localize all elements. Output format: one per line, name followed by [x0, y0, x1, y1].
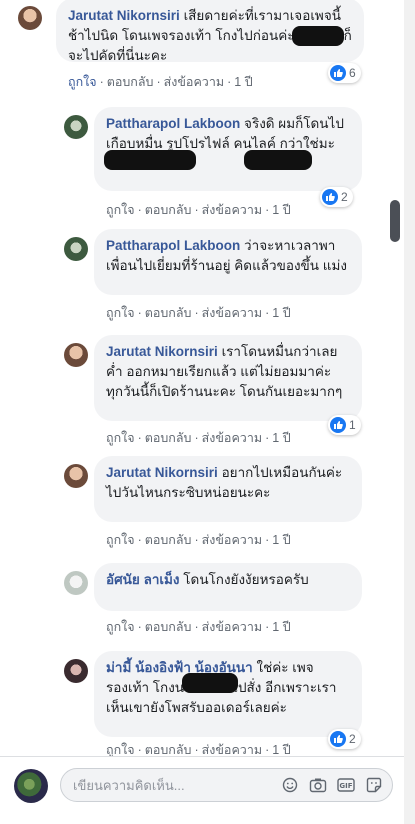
send-message-link[interactable]: ส่งข้อความ: [202, 533, 262, 547]
comment-input-box[interactable]: GIF: [60, 768, 393, 802]
avatar[interactable]: [64, 343, 88, 367]
comment-bubble: Jarutat Nikornsiri เราโดนหมื่นกว่าเลยค่ำ…: [94, 335, 362, 421]
like-reaction-icon: [330, 65, 346, 81]
comment-text: โดนโกงยังงัยหรอครับ: [183, 572, 309, 587]
reaction-count[interactable]: 1: [328, 415, 361, 435]
comment-bubble: Jarutat Nikornsiri อยากไปเหมือนกันค่ะ ไป…: [94, 456, 362, 522]
timestamp[interactable]: 1 ปี: [234, 75, 252, 89]
comment-bubble: ม่ามี้ น้องอิงฟ้า น้องอันนา ใช่ค่ะ เพจรอ…: [94, 651, 362, 737]
reply-link[interactable]: ตอบกลับ: [145, 743, 192, 757]
comment-actions: ถูกใจ · ตอบกลับ · ส่งข้อความ · 1 ปี: [106, 533, 291, 547]
sticker-icon[interactable]: [364, 775, 384, 795]
user-avatar[interactable]: [14, 769, 48, 803]
reaction-count[interactable]: 2: [320, 187, 353, 207]
avatar[interactable]: [64, 115, 88, 139]
reply-link[interactable]: ตอบกลับ: [145, 533, 192, 547]
avatar[interactable]: [64, 659, 88, 683]
timestamp[interactable]: 1 ปี: [272, 306, 290, 320]
like-link[interactable]: ถูกใจ: [106, 306, 135, 320]
comment-bubble: อัศนัย ลาเม็ง โดนโกงยังงัยหรอครับ: [94, 563, 362, 611]
send-message-link[interactable]: ส่งข้อความ: [202, 620, 262, 634]
timestamp[interactable]: 1 ปี: [272, 203, 290, 217]
timestamp[interactable]: 1 ปี: [272, 431, 290, 445]
like-link[interactable]: ถูกใจ: [106, 743, 135, 757]
redaction: [104, 150, 196, 170]
send-message-link[interactable]: ส่งข้อความ: [202, 743, 262, 757]
commenter-name[interactable]: Jarutat Nikornsiri: [68, 8, 180, 23]
comment-actions: ถูกใจ · ตอบกลับ · ส่งข้อความ · 1 ปี: [106, 620, 291, 634]
timestamp[interactable]: 1 ปี: [272, 620, 290, 634]
redaction: [244, 150, 312, 170]
comments-panel: Jarutat Nikornsiri เสียดายค่ะที่เรามาเจอ…: [0, 0, 404, 824]
emoji-icon[interactable]: [280, 775, 300, 795]
comment-actions: ถูกใจ · ตอบกลับ · ส่งข้อความ · 1 ปี: [106, 203, 291, 217]
reply-link[interactable]: ตอบกลับ: [107, 75, 154, 89]
reaction-count[interactable]: 2: [328, 729, 361, 749]
like-reaction-icon: [330, 731, 346, 747]
scrollbar-track[interactable]: [404, 0, 415, 824]
timestamp[interactable]: 1 ปี: [272, 743, 290, 757]
comment-bubble: Pattharapol Lakboon ว่าจะหาเวลาพาเพื่อนไ…: [94, 229, 362, 295]
redaction: [182, 673, 238, 693]
composer-icons: GIF: [280, 775, 384, 795]
like-link[interactable]: ถูกใจ: [106, 620, 135, 634]
send-message-link[interactable]: ส่งข้อความ: [202, 306, 262, 320]
svg-text:GIF: GIF: [339, 782, 352, 790]
comment-composer: GIF: [0, 756, 404, 824]
like-reaction-icon: [322, 189, 338, 205]
send-message-link[interactable]: ส่งข้อความ: [202, 203, 262, 217]
timestamp[interactable]: 1 ปี: [272, 533, 290, 547]
gif-icon[interactable]: GIF: [336, 775, 356, 795]
like-link[interactable]: ถูกใจ: [106, 431, 135, 445]
comment-actions: ถูกใจ · ตอบกลับ · ส่งข้อความ · 1 ปี: [68, 75, 253, 89]
like-link[interactable]: ถูกใจ: [68, 75, 97, 89]
comment-actions: ถูกใจ · ตอบกลับ · ส่งข้อความ · 1 ปี: [106, 306, 291, 320]
scrollbar-thumb[interactable]: [390, 200, 400, 242]
commenter-name[interactable]: อัศนัย ลาเม็ง: [106, 572, 180, 587]
comment-bubble: Pattharapol Lakboon จริงดิ ผมก็โดนไปเกือ…: [94, 107, 362, 191]
commenter-name[interactable]: Pattharapol Lakboon: [106, 116, 240, 131]
like-link[interactable]: ถูกใจ: [106, 203, 135, 217]
commenter-name[interactable]: Pattharapol Lakboon: [106, 238, 240, 253]
redaction: [292, 26, 344, 46]
like-link[interactable]: ถูกใจ: [106, 533, 135, 547]
comment-input[interactable]: [71, 769, 285, 801]
camera-icon[interactable]: [308, 775, 328, 795]
reply-link[interactable]: ตอบกลับ: [145, 431, 192, 445]
reply-link[interactable]: ตอบกลับ: [145, 203, 192, 217]
reaction-count[interactable]: 6: [328, 63, 361, 83]
reply-link[interactable]: ตอบกลับ: [145, 306, 192, 320]
avatar[interactable]: [64, 237, 88, 261]
send-message-link[interactable]: ส่งข้อความ: [202, 431, 262, 445]
like-reaction-icon: [330, 417, 346, 433]
avatar[interactable]: [64, 571, 88, 595]
commenter-name[interactable]: Jarutat Nikornsiri: [106, 344, 218, 359]
commenter-name[interactable]: Jarutat Nikornsiri: [106, 465, 218, 480]
send-message-link[interactable]: ส่งข้อความ: [164, 75, 224, 89]
comment-actions: ถูกใจ · ตอบกลับ · ส่งข้อความ · 1 ปี: [106, 431, 291, 445]
avatar[interactable]: [18, 6, 42, 30]
reply-link[interactable]: ตอบกลับ: [145, 620, 192, 634]
avatar[interactable]: [64, 464, 88, 488]
